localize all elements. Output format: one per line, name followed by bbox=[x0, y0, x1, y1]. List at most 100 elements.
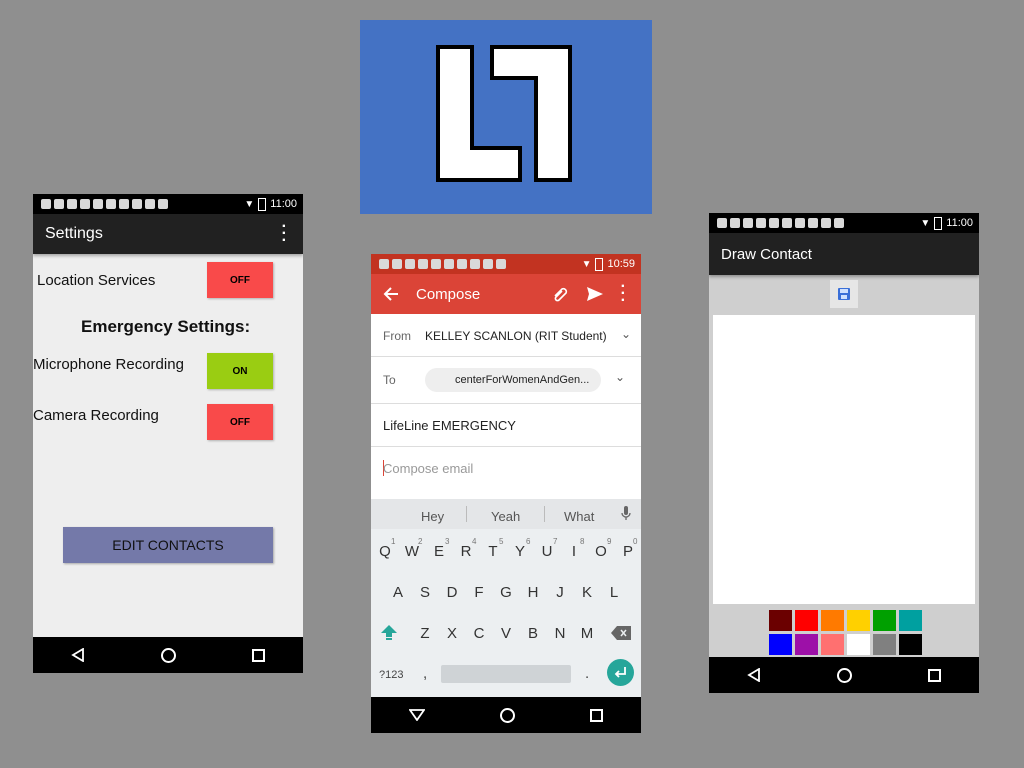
location-services-label: Location Services bbox=[37, 272, 156, 289]
app-logo bbox=[360, 20, 652, 214]
color-swatch-gray[interactable] bbox=[873, 634, 896, 655]
key-z[interactable]: Z bbox=[414, 625, 436, 642]
page-title: Draw Contact bbox=[721, 246, 812, 263]
color-swatch-black[interactable] bbox=[899, 634, 922, 655]
save-button[interactable] bbox=[830, 280, 858, 308]
battery-icon bbox=[934, 216, 943, 230]
color-swatch-red[interactable] bbox=[795, 610, 818, 631]
recents-icon[interactable] bbox=[928, 668, 941, 682]
key-hint-5: 5 bbox=[499, 537, 504, 546]
key-j[interactable]: J bbox=[549, 584, 571, 601]
suggestion-divider bbox=[466, 506, 467, 522]
key-k[interactable]: K bbox=[576, 584, 598, 601]
wifi-icon: ▼ bbox=[920, 217, 931, 229]
key-h[interactable]: H bbox=[522, 584, 544, 601]
send-icon[interactable] bbox=[586, 285, 604, 303]
back-arrow-icon[interactable] bbox=[383, 286, 399, 302]
key-hint-4: 4 bbox=[472, 537, 477, 546]
key-d[interactable]: D bbox=[441, 584, 463, 601]
color-swatch-purple[interactable] bbox=[795, 634, 818, 655]
notification-icons bbox=[379, 259, 506, 269]
color-swatch-pink[interactable] bbox=[821, 634, 844, 655]
key-l[interactable]: L bbox=[603, 584, 625, 601]
settings-phone: ▼ 11:00 Settings · · · Location Services O… bbox=[33, 194, 303, 673]
color-swatch-blue[interactable] bbox=[769, 634, 792, 655]
back-icon[interactable] bbox=[408, 709, 425, 721]
subject-field[interactable]: LifeLine EMERGENCY bbox=[383, 418, 516, 433]
key-c[interactable]: C bbox=[468, 625, 490, 642]
location-services-toggle[interactable]: OFF bbox=[207, 262, 273, 298]
color-swatch-green[interactable] bbox=[873, 610, 896, 631]
camera-recording-toggle[interactable]: OFF bbox=[207, 404, 273, 440]
settings-toolbar: Settings · · · bbox=[33, 214, 303, 254]
suggestion-1[interactable]: Hey bbox=[421, 509, 444, 524]
key-s[interactable]: S bbox=[414, 584, 436, 601]
shift-icon[interactable] bbox=[380, 623, 398, 641]
status-time: 11:00 bbox=[270, 198, 297, 210]
back-icon[interactable] bbox=[747, 668, 761, 682]
suggestion-strip: Hey Yeah What bbox=[371, 499, 641, 529]
key-n[interactable]: N bbox=[549, 625, 571, 642]
color-swatch-dark-red[interactable] bbox=[769, 610, 792, 631]
back-icon[interactable] bbox=[71, 648, 85, 662]
draw-toolbar: Draw Contact bbox=[709, 233, 979, 275]
color-swatch-white[interactable] bbox=[847, 634, 870, 655]
recipient-chip[interactable]: centerForWomenAndGen... bbox=[425, 368, 602, 392]
key-hint-7: 7 bbox=[553, 537, 558, 546]
comma-key[interactable]: , bbox=[423, 665, 427, 682]
compose-toolbar: Compose · · · bbox=[371, 274, 641, 314]
save-icon bbox=[838, 288, 850, 300]
home-icon[interactable] bbox=[161, 647, 176, 663]
compose-placeholder: Compose email bbox=[383, 461, 474, 476]
key-hint-9: 9 bbox=[607, 537, 612, 546]
overflow-menu-icon[interactable]: · · · bbox=[282, 219, 287, 249]
draw-contact-phone: ▼ 11:00 Draw Contact bbox=[709, 213, 979, 693]
status-time: 11:00 bbox=[946, 217, 973, 229]
period-key[interactable]: . bbox=[585, 665, 589, 682]
color-swatch-orange[interactable] bbox=[821, 610, 844, 631]
chevron-down-icon[interactable]: ⌄ bbox=[621, 327, 631, 341]
color-swatch-teal[interactable] bbox=[899, 610, 922, 631]
key-v[interactable]: V bbox=[495, 625, 517, 642]
from-row[interactable]: From KELLEY SCANLON (RIT Student) ⌄ bbox=[371, 314, 641, 357]
key-hint-6: 6 bbox=[526, 537, 531, 546]
overflow-menu-icon[interactable]: · · · bbox=[621, 279, 626, 309]
key-hint-8: 8 bbox=[580, 537, 585, 546]
suggestion-divider bbox=[544, 506, 545, 522]
subject-row[interactable]: LifeLine EMERGENCY bbox=[371, 404, 641, 447]
enter-key[interactable] bbox=[607, 659, 634, 686]
spacebar[interactable] bbox=[441, 665, 571, 683]
drawing-canvas[interactable] bbox=[713, 315, 975, 604]
backspace-icon[interactable] bbox=[611, 626, 631, 640]
status-bar: ▼ 11:00 bbox=[709, 213, 979, 233]
suggestion-3[interactable]: What bbox=[564, 509, 594, 524]
key-b[interactable]: B bbox=[522, 625, 544, 642]
key-g[interactable]: G bbox=[495, 584, 517, 601]
key-a[interactable]: A bbox=[387, 584, 409, 601]
color-swatch-yellow[interactable] bbox=[847, 610, 870, 631]
body-field[interactable]: Compose email bbox=[371, 447, 641, 499]
battery-icon bbox=[595, 257, 604, 271]
compose-phone: ▼ 10:59 Compose · · · From KELLEY SCANLON … bbox=[371, 254, 641, 733]
attachment-icon[interactable] bbox=[551, 286, 569, 302]
notification-icons bbox=[717, 218, 844, 228]
suggestion-2[interactable]: Yeah bbox=[491, 509, 520, 524]
keyboard: Hey Yeah What Q W E R T Y U I O P 1 2 3 … bbox=[371, 499, 641, 698]
chevron-down-icon[interactable]: ⌄ bbox=[615, 370, 625, 384]
microphone-recording-label: Microphone Recording bbox=[33, 356, 184, 373]
edit-contacts-button[interactable]: EDIT CONTACTS bbox=[63, 527, 273, 563]
symbols-key[interactable]: ?123 bbox=[379, 669, 403, 681]
key-m[interactable]: M bbox=[576, 625, 598, 642]
key-x[interactable]: X bbox=[441, 625, 463, 642]
to-label: To bbox=[383, 373, 396, 387]
to-row[interactable]: To centerForWomenAndGen... ⌄ bbox=[371, 357, 641, 404]
microphone-recording-toggle[interactable]: ON bbox=[207, 353, 273, 389]
microphone-icon[interactable] bbox=[621, 506, 631, 521]
key-f[interactable]: F bbox=[468, 584, 490, 601]
key-hint-3: 3 bbox=[445, 537, 450, 546]
home-icon[interactable] bbox=[837, 667, 852, 683]
navigation-bar bbox=[371, 697, 641, 733]
recents-icon[interactable] bbox=[590, 708, 604, 722]
home-icon[interactable] bbox=[499, 707, 515, 723]
recents-icon[interactable] bbox=[252, 648, 265, 662]
